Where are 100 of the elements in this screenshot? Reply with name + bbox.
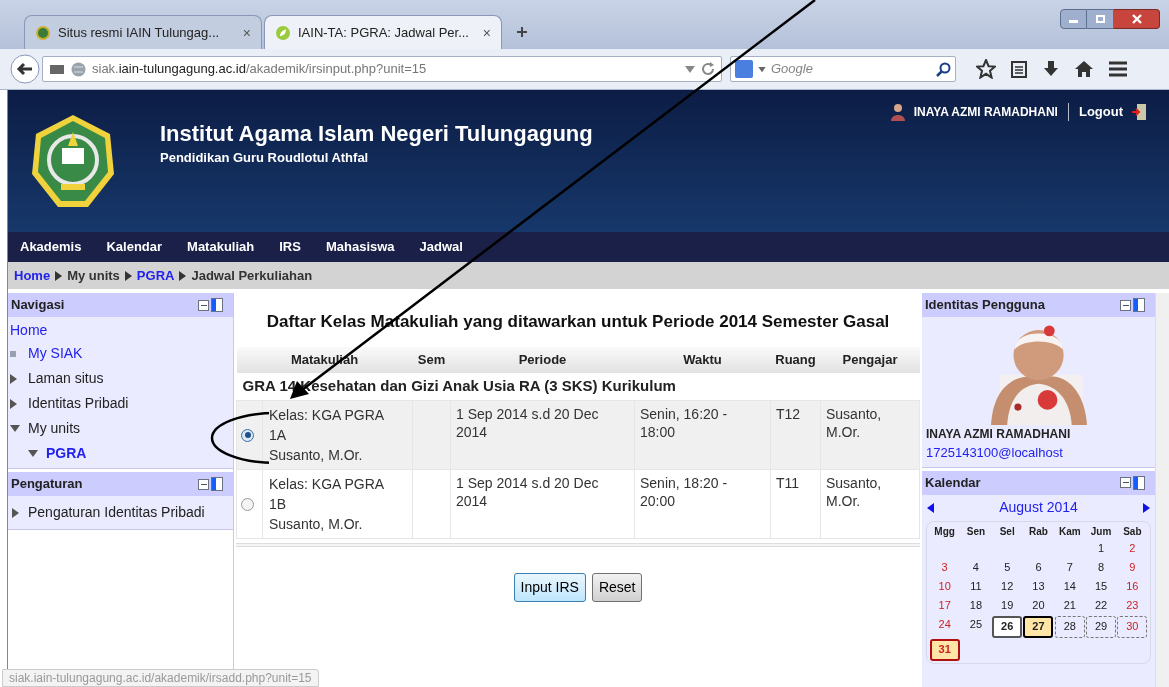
submit-button[interactable]: Input IRS	[513, 573, 586, 602]
reset-button[interactable]: Reset	[591, 573, 643, 602]
calendar-day[interactable]: 15	[1086, 577, 1117, 596]
site-subtitle: Pendidikan Guru Roudlotul Athfal	[160, 148, 370, 167]
calendar-day[interactable]: 8	[1086, 558, 1117, 577]
nav-link[interactable]: My SIAK	[28, 343, 83, 364]
lecturer-name: Susanto, M.Or.	[269, 445, 363, 465]
star-icon[interactable]	[976, 59, 996, 79]
calendar-day[interactable]: 26	[992, 615, 1023, 638]
calendar-day[interactable]: 28	[1054, 615, 1085, 638]
calendar-day[interactable]: 9	[1117, 558, 1148, 577]
home-icon[interactable]	[1074, 60, 1094, 78]
close-icon[interactable]: ×	[482, 25, 491, 40]
separator-arrow-icon	[55, 270, 63, 281]
dock-icon[interactable]	[211, 298, 223, 312]
column-header: Ruang	[770, 346, 821, 373]
table-cell: Susanto, M.Or.	[820, 400, 920, 470]
calendar-day[interactable]: 4	[960, 558, 991, 577]
calendar-day[interactable]: 18	[960, 596, 991, 615]
calendar-day[interactable]: 3	[929, 558, 960, 577]
calendar-day[interactable]: 11	[960, 577, 991, 596]
bookmarks-icon[interactable]	[49, 63, 65, 75]
calendar-day[interactable]: 17	[929, 596, 960, 615]
search-field[interactable]: Google	[730, 56, 956, 82]
calendar-day[interactable]: 31	[929, 638, 960, 661]
close-window-icon[interactable]	[1114, 9, 1160, 29]
column-header: Pengajar	[820, 346, 920, 373]
dropdown-icon	[758, 66, 766, 72]
calendar-day[interactable]: 5	[992, 558, 1023, 577]
browser-tab[interactable]: Situs resmi IAIN Tulungag... ×	[24, 15, 262, 49]
calendar-day[interactable]: 16	[1117, 577, 1148, 596]
nav-link[interactable]: PGRA	[46, 443, 87, 464]
calendar-day[interactable]: 13	[1023, 577, 1054, 596]
back-icon[interactable]	[10, 54, 40, 84]
address-field[interactable]: siak.iain-tulungagung.ac.id/akademik/irsinput.php?unit=15	[42, 56, 722, 82]
calendar-day[interactable]: 27	[1023, 615, 1054, 638]
menu-item[interactable]: Matakuliah	[187, 237, 255, 257]
user-name[interactable]: INAYA AZMI RAMADHANI	[913, 102, 1069, 121]
search-icon[interactable]	[936, 61, 951, 77]
menu-item[interactable]: IRS	[279, 237, 301, 257]
column-header: Periode	[450, 346, 635, 373]
browser-tab[interactable]: IAIN-TA: PGRA: Jadwal Per... ×	[264, 15, 502, 49]
block-title: Identitas Pengguna	[925, 296, 1045, 315]
calendar-day[interactable]: 21	[1054, 596, 1085, 615]
restore-icon[interactable]	[1087, 9, 1114, 29]
calendar-day[interactable]: 19	[992, 596, 1023, 615]
calendar-day[interactable]: 24	[929, 615, 960, 634]
url-text[interactable]: siak.iain-tulungagung.ac.id/akademik/irsinput.php?unit=15	[92, 59, 679, 79]
new-tab-icon[interactable]	[516, 26, 528, 38]
calendar-day[interactable]: 30	[1117, 615, 1148, 638]
menu-item[interactable]: Mahasiswa	[325, 237, 395, 257]
calendar-day[interactable]: 20	[1023, 596, 1054, 615]
nav-item[interactable]: Identitas Pribadi	[28, 393, 129, 414]
collapse-icon[interactable]	[1120, 299, 1131, 311]
weekday-label: Mgg	[933, 524, 956, 539]
calendar-day[interactable]: 7	[1054, 558, 1085, 577]
logout-link[interactable]: Logout	[1078, 102, 1123, 122]
calendar-day[interactable]: 14	[1054, 577, 1085, 596]
collapse-icon[interactable]	[1120, 477, 1131, 488]
search-input[interactable]: Google	[771, 59, 932, 79]
breadcrumb-link[interactable]: Home	[14, 265, 51, 286]
calendar-day[interactable]: 23	[1117, 596, 1148, 615]
breadcrumb-item: Jadwal Perkuliahan	[191, 266, 313, 285]
reload-icon[interactable]	[701, 62, 715, 76]
nav-item[interactable]: Laman situs	[28, 368, 104, 389]
table-cell: T11	[770, 469, 821, 539]
calendar-day[interactable]: 1	[1086, 539, 1117, 558]
dock-icon[interactable]	[211, 477, 223, 491]
close-icon[interactable]: ×	[242, 25, 251, 40]
calendar-day[interactable]: 6	[1023, 558, 1054, 577]
clipboard-icon[interactable]	[1010, 60, 1028, 78]
calendar-day[interactable]: 10	[929, 577, 960, 596]
collapse-icon[interactable]	[198, 299, 209, 311]
table-cell: Senin, 18:20 - 20:00	[634, 469, 771, 539]
dock-icon[interactable]	[1133, 298, 1145, 312]
calendar-day[interactable]: 22	[1086, 596, 1117, 615]
menu-item[interactable]: Jadwal	[419, 237, 463, 257]
menu-item[interactable]: Akademis	[20, 237, 82, 257]
menu-icon[interactable]	[1108, 61, 1128, 77]
nav-item[interactable]: Pengaturan Identitas Pribadi	[28, 502, 205, 523]
breadcrumb-link[interactable]: PGRA	[136, 265, 175, 286]
nav-link[interactable]: Home	[10, 319, 48, 341]
exit-door-icon[interactable]	[1131, 102, 1147, 121]
user-name: INAYA AZMI RAMADHANI	[926, 426, 1072, 443]
collapse-icon[interactable]	[198, 478, 209, 490]
radio-button[interactable]	[241, 428, 254, 442]
minimize-icon[interactable]	[1060, 9, 1087, 29]
calendar-day[interactable]: 25	[960, 615, 991, 634]
calendar-day[interactable]: 12	[992, 577, 1023, 596]
block-title: Kalendar	[925, 473, 981, 492]
email-link[interactable]: 1725143100@localhost	[926, 443, 1151, 463]
download-icon[interactable]	[1042, 60, 1060, 78]
menu-item[interactable]: Kalendar	[106, 237, 163, 257]
dock-icon[interactable]	[1133, 475, 1145, 490]
calendar-day[interactable]: 2	[1117, 539, 1148, 558]
calendar-day[interactable]: 29	[1086, 615, 1117, 638]
nav-item[interactable]: My units	[28, 418, 81, 439]
block-title: Pengaturan	[11, 475, 83, 494]
radio-button[interactable]	[241, 497, 254, 511]
scrollbar[interactable]	[1155, 293, 1169, 687]
